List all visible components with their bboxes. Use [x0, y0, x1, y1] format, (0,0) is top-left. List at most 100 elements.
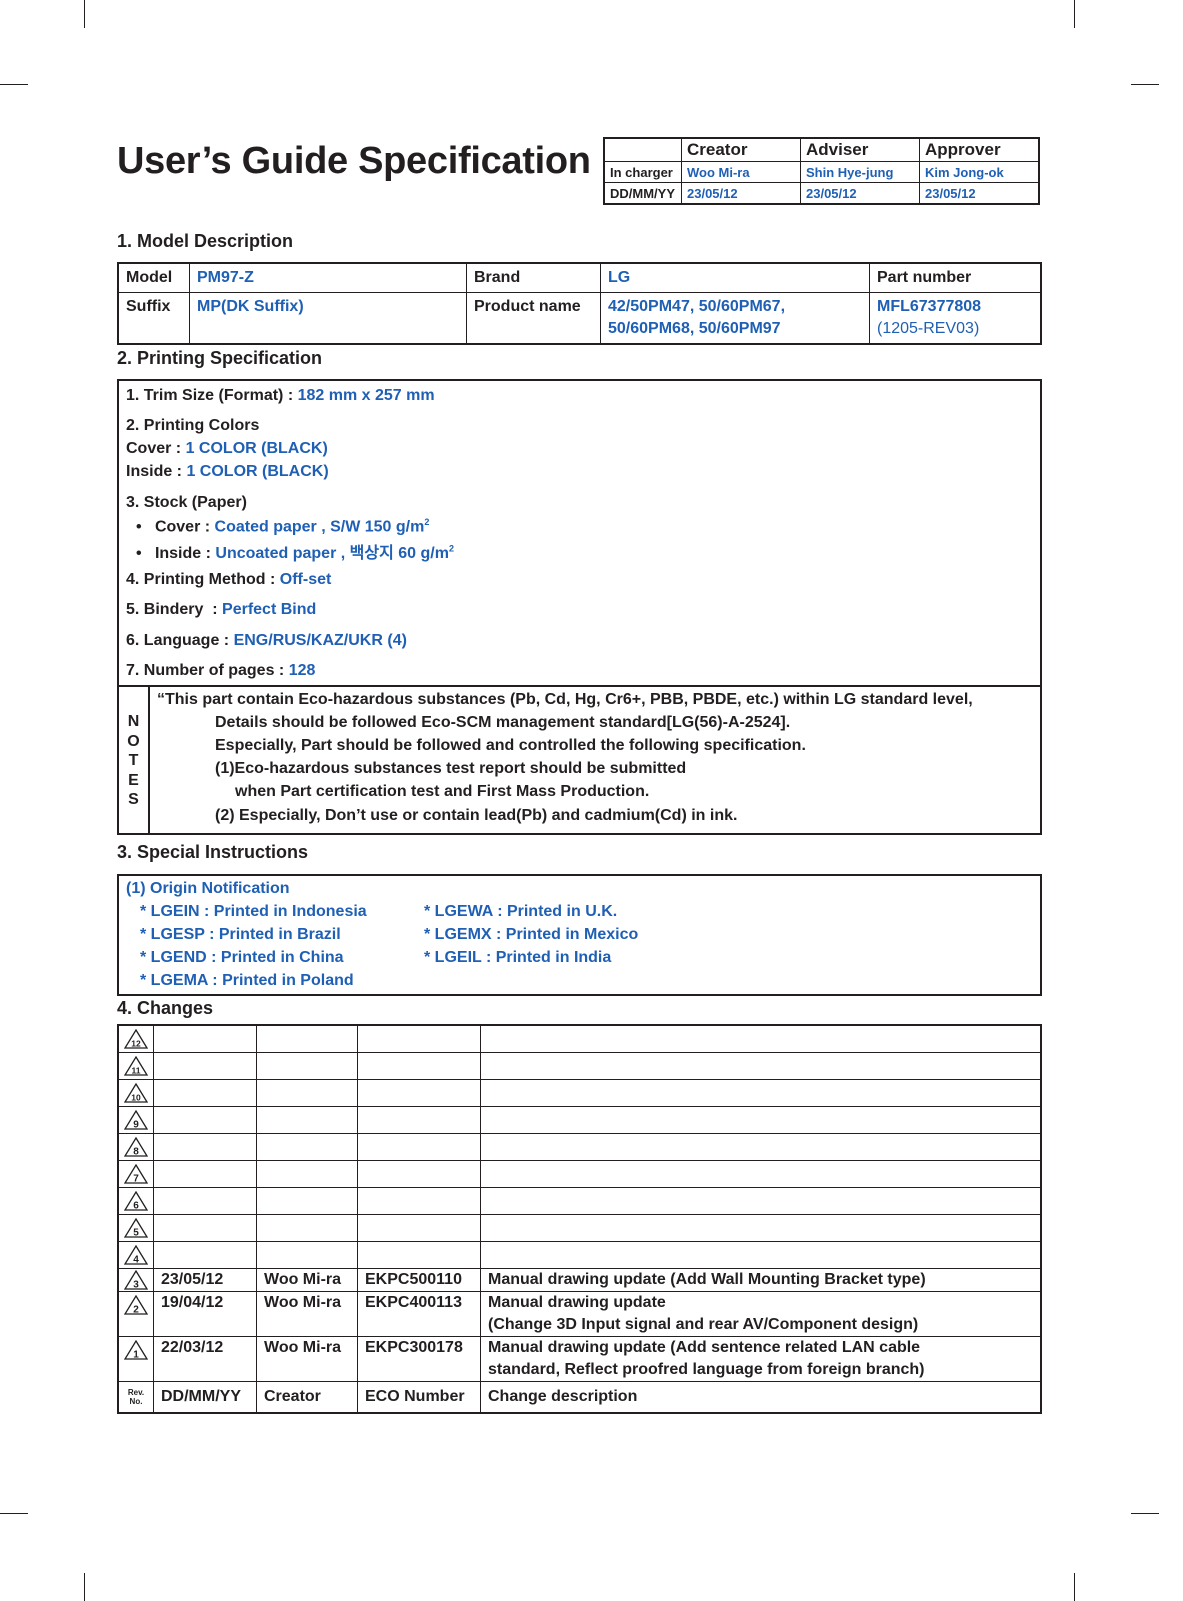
- description-header: Change description: [480, 1381, 1042, 1414]
- revision-cell: 11: [117, 1052, 154, 1080]
- svg-text:6: 6: [133, 1200, 139, 1211]
- cover-color-value: 1 COLOR (BLACK): [185, 440, 328, 457]
- superscript: 2: [424, 517, 430, 527]
- description-line: standard, Reflect proofred language from…: [488, 1361, 925, 1378]
- revision-triangle-icon: 6: [124, 1190, 148, 1211]
- eco-number-cell: EKPC400113: [357, 1291, 481, 1337]
- table-footer-row: Rev. No. DD/MM/YY Creator ECO Number Chan…: [117, 1381, 1042, 1414]
- printing-colors-label: 2. Printing Colors: [126, 417, 260, 434]
- notes-line: (1)Eco-hazardous substances test report …: [215, 760, 687, 777]
- revision-cell: 1: [117, 1336, 154, 1382]
- date-header: DD/MM/YY: [153, 1381, 257, 1414]
- table-row: 8: [117, 1133, 1042, 1161]
- bindery-label: 5. Bindery :: [126, 601, 223, 618]
- description-cell: [480, 1079, 1042, 1107]
- table-row: 4: [117, 1241, 1042, 1269]
- table-row: 6: [117, 1187, 1042, 1215]
- model-value: PM97-Z: [189, 262, 467, 293]
- revision-triangle-icon: 11: [124, 1055, 148, 1076]
- revision-triangle-icon: 2: [124, 1294, 148, 1315]
- crop-mark: [0, 1513, 28, 1514]
- crop-mark: [1131, 1513, 1159, 1514]
- stock-inside-value: Uncoated paper , 백상지 60 g/m: [215, 545, 449, 562]
- notes-letter: T: [128, 752, 139, 769]
- svg-text:7: 7: [133, 1173, 139, 1184]
- creator-cell: [256, 1160, 358, 1188]
- creator-cell: [256, 1052, 358, 1080]
- bindery: 5. Bindery : Perfect Bind: [126, 601, 316, 619]
- suffix-value: MP(DK Suffix): [189, 292, 467, 345]
- date-cell: 22/03/12: [153, 1336, 257, 1382]
- notes-letter: O: [127, 732, 140, 750]
- date-cell: [153, 1241, 257, 1269]
- description-cell: [480, 1024, 1042, 1053]
- creator-cell: [256, 1106, 358, 1134]
- revision-cell: 5: [117, 1214, 154, 1242]
- revision-cell: 6: [117, 1187, 154, 1215]
- table-row: 3 23/05/12 Woo Mi-ra EKPC500110 Manual d…: [117, 1268, 1042, 1292]
- trim-size-value: 182 mm x 257 mm: [297, 387, 435, 404]
- approval-value: Woo Mi-ra: [681, 161, 801, 183]
- part-number-revision: (1205-REV03): [877, 320, 980, 337]
- revision-triangle-icon: 4: [124, 1244, 148, 1265]
- table-row: 1 22/03/12 Woo Mi-ra EKPC300178 Manual d…: [117, 1336, 1042, 1382]
- date-cell: [153, 1160, 257, 1188]
- brand-label: Brand: [466, 262, 601, 293]
- page-count-label: 7. Number of pages :: [126, 662, 289, 679]
- eco-number-cell: [357, 1214, 481, 1242]
- svg-text:11: 11: [132, 1065, 141, 1075]
- description-cell: [480, 1160, 1042, 1188]
- notes-letter: E: [128, 771, 139, 789]
- table-row: 11: [117, 1052, 1042, 1080]
- creator-cell: Woo Mi-ra: [256, 1336, 358, 1382]
- language: 6. Language : ENG/RUS/KAZ/UKR (4): [126, 632, 407, 650]
- rev-no-label: No.: [129, 1397, 143, 1406]
- date-cell: [153, 1187, 257, 1215]
- printing-method-label: 4. Printing Method :: [126, 571, 280, 588]
- revision-triangle-icon: 1: [124, 1339, 148, 1360]
- svg-text:5: 5: [133, 1227, 139, 1238]
- revision-triangle-icon: 9: [124, 1109, 148, 1130]
- origin-item: * LGEWA : Printed in U.K.: [424, 903, 618, 920]
- svg-text:8: 8: [133, 1146, 139, 1157]
- product-name-line: 42/50PM47, 50/60PM67,: [608, 298, 786, 315]
- creator-cell: [256, 1133, 358, 1161]
- date-cell: [153, 1079, 257, 1107]
- creator-cell: Woo Mi-ra: [256, 1291, 358, 1337]
- product-name-label: Product name: [466, 292, 601, 345]
- stock-inside-label: Inside :: [154, 545, 216, 562]
- table-row: 9: [117, 1106, 1042, 1134]
- crop-mark: [84, 1573, 85, 1601]
- approval-value: Shin Hye-jung: [800, 161, 920, 183]
- table-row: 5: [117, 1214, 1042, 1242]
- page-count: 7. Number of pages : 128: [126, 662, 315, 680]
- description-line: Manual drawing update: [488, 1294, 666, 1311]
- creator-cell: [256, 1214, 358, 1242]
- description-cell: [480, 1133, 1042, 1161]
- approval-header: Adviser: [800, 137, 920, 162]
- revision-cell: 7: [117, 1160, 154, 1188]
- notes-line: when Part certification test and First M…: [235, 783, 650, 800]
- notes-line: Especially, Part should be followed and …: [215, 737, 806, 754]
- product-name-value: 42/50PM47, 50/60PM67, 50/60PM68, 50/60PM…: [600, 292, 870, 345]
- origin-item: * LGESP : Printed in Brazil: [140, 926, 341, 943]
- table-row: 7: [117, 1160, 1042, 1188]
- crop-mark: [84, 0, 85, 28]
- creator-cell: [256, 1024, 358, 1053]
- eco-number-cell: [357, 1106, 481, 1134]
- approval-table: Creator Adviser Approver In charger Woo …: [603, 137, 1040, 205]
- table-row: 12: [117, 1024, 1042, 1053]
- svg-text:4: 4: [133, 1254, 139, 1265]
- cover-color-label: Cover :: [126, 440, 186, 457]
- trim-size: 1. Trim Size (Format) : 182 mm x 257 mm: [126, 387, 435, 405]
- inside-color: Inside : 1 COLOR (BLACK): [126, 463, 329, 481]
- creator-header: Creator: [256, 1381, 358, 1414]
- trim-size-label: 1. Trim Size (Format) :: [126, 387, 298, 404]
- notes-label: N O T E S: [119, 687, 150, 833]
- approval-corner: [603, 137, 682, 162]
- eco-number-cell: EKPC300178: [357, 1336, 481, 1382]
- notes-letter: N: [127, 713, 140, 730]
- brand-value: LG: [600, 262, 870, 293]
- table-row: 2 19/04/12 Woo Mi-ra EKPC400113 Manual d…: [117, 1291, 1042, 1337]
- revision-cell: 9: [117, 1106, 154, 1134]
